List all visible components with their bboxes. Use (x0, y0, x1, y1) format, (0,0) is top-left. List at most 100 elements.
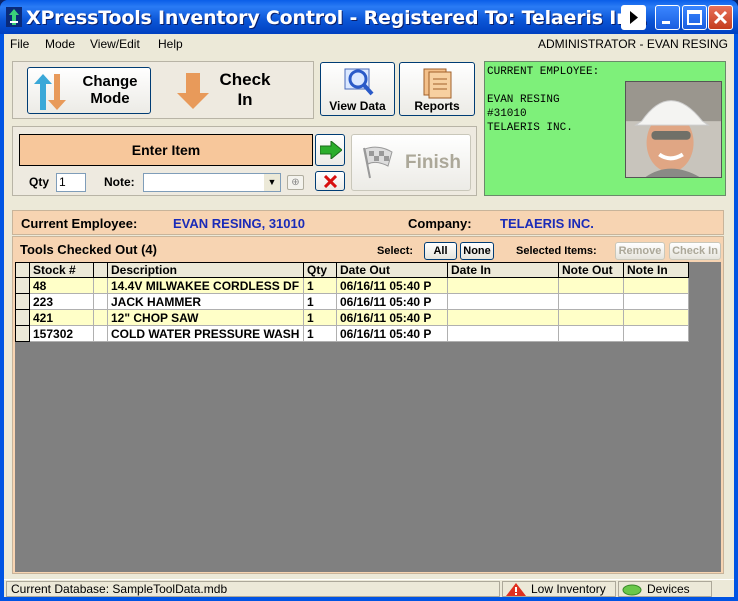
table-row[interactable]: 157302 COLD WATER PRESSURE WASH 1 06/16/… (15, 325, 689, 342)
cell-stock: 48 (29, 277, 94, 294)
row-selector-header (15, 262, 30, 278)
cell-note-out (558, 293, 624, 310)
submit-item-button[interactable] (315, 134, 345, 166)
magnifier-icon (344, 68, 374, 96)
tools-table: Stock # Description Qty Date Out Date In… (15, 262, 689, 342)
cell-blank (93, 277, 108, 294)
cell-date-out: 06/16/11 05:40 P (336, 309, 448, 326)
row-selector[interactable] (15, 293, 30, 310)
row-selector[interactable] (15, 277, 30, 294)
select-all-button[interactable]: All (424, 242, 457, 260)
cell-stock: 421 (29, 309, 94, 326)
employee-card-header: CURRENT EMPLOYEE: (487, 66, 600, 78)
cell-description: 14.4V MILWAKEE CORDLESS DF (107, 277, 304, 294)
cell-blank (93, 309, 108, 326)
employee-card-name: EVAN RESING (487, 94, 560, 106)
chevron-down-icon[interactable]: ▼ (264, 174, 280, 191)
close-button[interactable] (708, 5, 733, 30)
col-stock[interactable]: Stock # (29, 262, 94, 278)
minimize-button[interactable] (655, 5, 680, 30)
cell-description: JACK HAMMER (107, 293, 304, 310)
col-note-out[interactable]: Note Out (558, 262, 624, 278)
col-blank[interactable] (93, 262, 108, 278)
company-label: Company: (408, 216, 472, 231)
menu-file[interactable]: File (10, 37, 29, 51)
company-value: TELAERIS INC. (500, 216, 594, 231)
table-header-row: Stock # Description Qty Date Out Date In… (15, 262, 689, 278)
title-bar[interactable]: XPressTools Inventory Control - Register… (0, 0, 738, 34)
enter-item-field[interactable]: Enter Item (19, 134, 313, 166)
devices-label: Devices (647, 582, 690, 596)
col-date-out[interactable]: Date Out (336, 262, 448, 278)
cell-stock: 157302 (29, 325, 94, 342)
select-label: Select: (377, 245, 414, 257)
row-selector[interactable] (15, 309, 30, 326)
table-row[interactable]: 48 14.4V MILWAKEE CORDLESS DF 1 06/16/11… (15, 277, 689, 294)
check-in-selected-button[interactable]: Check In (669, 242, 721, 260)
change-mode-button[interactable]: Change Mode (27, 67, 151, 114)
menu-arrow-button[interactable] (621, 5, 646, 30)
minimize-icon (662, 21, 670, 24)
close-icon (713, 10, 728, 25)
remove-button[interactable]: Remove (615, 242, 665, 260)
cell-date-out: 06/16/11 05:40 P (336, 277, 448, 294)
table-row[interactable]: 223 JACK HAMMER 1 06/16/11 05:40 P (15, 293, 689, 310)
col-qty[interactable]: Qty (303, 262, 337, 278)
tools-grid-area: Stock # Description Qty Date Out Date In… (15, 262, 721, 572)
table-row[interactable]: 421 12" CHOP SAW 1 06/16/11 05:40 P (15, 309, 689, 326)
add-note-button[interactable]: ⊕ (287, 175, 304, 190)
employee-value: EVAN RESING, 31010 (173, 216, 305, 231)
reports-button[interactable]: Reports (399, 62, 475, 116)
employee-card-company: TELAERIS INC. (487, 122, 573, 134)
app-window: XPressTools Inventory Control - Register… (0, 0, 738, 601)
mode-panel: Change Mode Check In (12, 61, 314, 119)
col-date-in[interactable]: Date In (447, 262, 559, 278)
menu-mode[interactable]: Mode (45, 37, 75, 51)
cell-date-in (447, 325, 559, 342)
cell-qty: 1 (303, 293, 337, 310)
maximize-icon (687, 10, 702, 25)
check-in-button[interactable]: Check In (173, 67, 293, 114)
cell-date-out: 06/16/11 05:40 P (336, 325, 448, 342)
devices-indicator[interactable]: Devices (618, 581, 712, 597)
warning-icon (506, 583, 526, 596)
view-data-button[interactable]: View Data (320, 62, 395, 116)
finish-button[interactable]: Finish (351, 134, 471, 191)
cell-note-in (623, 277, 689, 294)
current-database: Current Database: SampleToolData.mdb (6, 581, 500, 597)
employee-card-id: #31010 (487, 108, 527, 120)
menu-view-edit[interactable]: View/Edit (90, 37, 140, 51)
reports-label: Reports (414, 99, 460, 113)
employee-photo (625, 81, 722, 178)
col-note-in[interactable]: Note In (623, 262, 689, 278)
check-in-line1: Check (219, 70, 271, 89)
selected-items-label: Selected Items: (516, 245, 597, 257)
cell-description: COLD WATER PRESSURE WASH (107, 325, 304, 342)
menu-help[interactable]: Help (158, 37, 183, 51)
row-selector[interactable] (15, 325, 30, 342)
employee-label: Current Employee: (21, 216, 138, 231)
qty-input[interactable]: 1 (56, 173, 86, 192)
check-in-line2: In (237, 90, 253, 109)
cell-note-in (623, 325, 689, 342)
red-x-icon (324, 175, 337, 188)
cancel-item-button[interactable] (315, 171, 345, 191)
note-select[interactable]: ▼ (143, 173, 281, 192)
cell-note-out (558, 325, 624, 342)
play-arrow-icon (630, 11, 638, 24)
maximize-button[interactable] (682, 5, 707, 30)
add-icon: ⊕ (291, 177, 300, 188)
cell-description: 12" CHOP SAW (107, 309, 304, 326)
window-title: XPressTools Inventory Control - Register… (26, 7, 648, 29)
change-mode-line1: Change (82, 73, 138, 90)
cell-qty: 1 (303, 325, 337, 342)
cell-date-in (447, 293, 559, 310)
cell-note-in (623, 309, 689, 326)
cell-note-out (558, 277, 624, 294)
select-none-button[interactable]: None (460, 242, 494, 260)
change-mode-line2: Mode (90, 90, 130, 107)
col-description[interactable]: Description (107, 262, 304, 278)
menu-bar: File Mode View/Edit Help ADMINISTRATOR -… (4, 34, 734, 54)
cell-blank (93, 293, 108, 310)
low-inventory-indicator[interactable]: Low Inventory (502, 581, 616, 597)
